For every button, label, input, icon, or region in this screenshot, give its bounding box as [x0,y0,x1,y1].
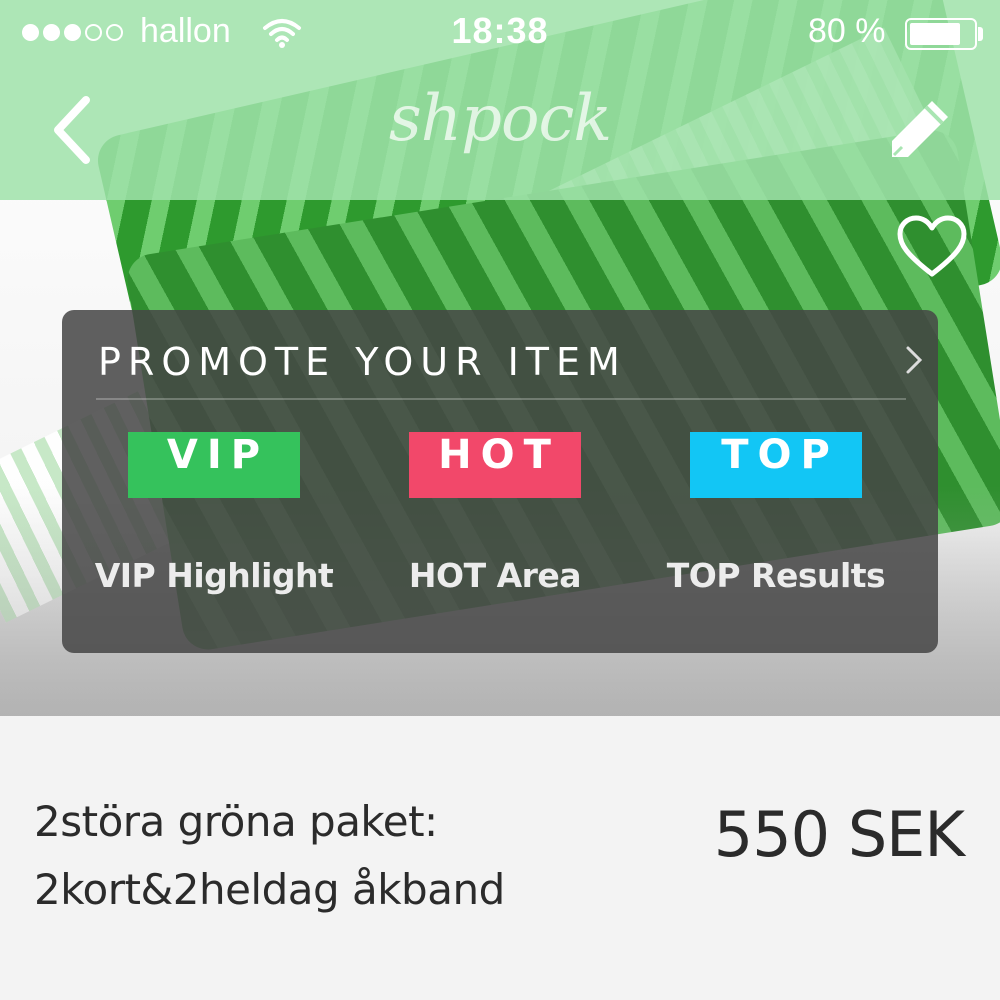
vip-label: VIP Highlight [94,556,334,595]
heart-outline-icon [897,215,967,277]
battery-tip [978,27,983,41]
top-label: TOP Results [666,556,886,595]
vip-badge: VIP [128,432,300,498]
battery-level [910,23,960,45]
battery-icon [905,18,977,50]
product-title: 2störa gröna paket: 2kort&2heldag åkband [34,788,634,924]
shpock-item-screen: hallon 18:38 80 % shpock PROMOTE YOUR IT… [0,0,1000,1000]
product-title-line-1: 2störa gröna paket: [34,797,438,846]
hot-badge: HOT [409,432,581,498]
edit-button[interactable] [880,95,960,165]
chevron-right-icon [906,346,923,374]
top-bar: hallon 18:38 80 % shpock [0,0,1000,200]
top-badge: TOP [690,432,862,498]
promote-option-top[interactable]: TOP TOP Results [646,432,906,595]
product-info: 2störa gröna paket: 2kort&2heldag åkband… [0,716,1000,1000]
battery-percent: 80 % [808,12,886,50]
pencil-icon [892,101,948,157]
promote-option-hot[interactable]: HOT HOT Area [365,432,625,595]
promote-item-panel[interactable]: PROMOTE YOUR ITEM VIP VIP Highlight HOT … [62,310,938,653]
product-price: 550 SEK [713,798,965,871]
product-title-line-2: 2kort&2heldag åkband [34,865,505,914]
promote-header[interactable]: PROMOTE YOUR ITEM [96,334,923,400]
favorite-button[interactable] [896,214,968,280]
promote-title: PROMOTE YOUR ITEM [98,340,627,384]
shpock-logo: shpock [388,82,612,156]
promote-option-vip[interactable]: VIP VIP Highlight [84,432,344,595]
hot-label: HOT Area [408,556,582,595]
status-bar: hallon 18:38 80 % [0,0,1000,66]
